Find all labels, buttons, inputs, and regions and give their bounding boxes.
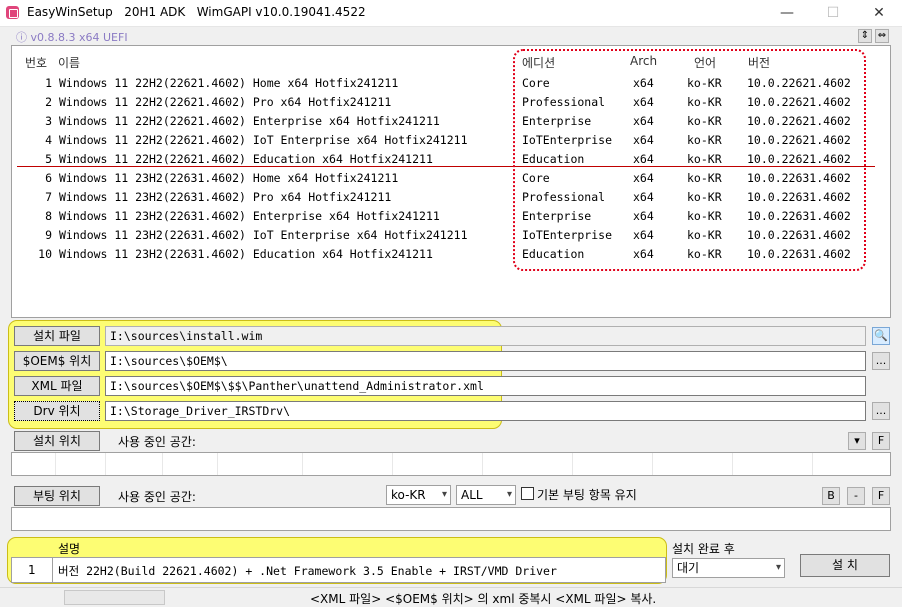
close-button[interactable]: ✕ bbox=[856, 0, 902, 27]
notes-header: 설명 bbox=[58, 542, 81, 556]
row-name: Windows 11 22H2(22621.4602) IoT Enterpri… bbox=[59, 133, 468, 147]
drv-location-field[interactable]: I:\Storage_Driver_IRSTDrv\ bbox=[105, 401, 866, 421]
title-bar: EasyWinSetup 20H1 ADK WimGAPI v10.0.1904… bbox=[0, 0, 902, 27]
row-name: Windows 11 22H2(22621.4602) Pro x64 Hotf… bbox=[59, 95, 392, 109]
row-num: 7 bbox=[45, 190, 52, 204]
after-install-select[interactable]: 대기 ▾ bbox=[672, 558, 785, 578]
keep-boot-checkbox[interactable] bbox=[521, 487, 534, 500]
keep-boot-label: 기본 부팅 항목 유지 bbox=[537, 488, 637, 502]
boot-b-button[interactable]: B bbox=[822, 487, 840, 505]
oem-location-button[interactable]: $OEM$ 위치 bbox=[14, 351, 100, 371]
boot-partition-grid[interactable] bbox=[11, 507, 891, 531]
notes-row[interactable]: 1 버전 22H2(Build 22621.4602) + .Net Frame… bbox=[11, 557, 666, 583]
header-name[interactable]: 이름 bbox=[58, 54, 80, 71]
chevron-down-icon: ▾ bbox=[775, 562, 781, 573]
xml-file-field[interactable]: I:\sources\$OEM$\$$\Panther\unattend_Adm… bbox=[105, 376, 866, 396]
row-num: 8 bbox=[45, 209, 52, 223]
boot-format-button[interactable]: F bbox=[872, 487, 890, 505]
boot-scope-select[interactable]: ALL ▾ bbox=[456, 485, 516, 505]
install-button[interactable]: 설 치 bbox=[800, 554, 890, 577]
install-partition-grid[interactable] bbox=[11, 452, 891, 476]
row-num: 1 bbox=[45, 76, 52, 90]
status-text: <XML 파일> <$OEM$ 위치> 의 xml 중복시 <XML 파일> 복… bbox=[310, 592, 657, 606]
oem-location-field[interactable]: I:\sources\$OEM$\ bbox=[105, 351, 866, 371]
header-num[interactable]: 번호 bbox=[25, 54, 47, 71]
app-icon bbox=[6, 6, 19, 19]
minimize-button[interactable]: — bbox=[764, 0, 810, 27]
row-name: Windows 11 23H2(22631.4602) Education x6… bbox=[59, 247, 433, 261]
collapse-button[interactable]: ⇕ bbox=[858, 29, 872, 43]
expand-button[interactable]: ⇔ bbox=[875, 29, 889, 43]
row-name: Windows 11 22H2(22621.4602) Enterprise x… bbox=[59, 114, 440, 128]
install-target-button[interactable]: 설치 위치 bbox=[14, 431, 100, 451]
drv-browse-button[interactable]: ... bbox=[872, 402, 890, 420]
highlight-frame bbox=[513, 49, 866, 271]
row-num: 9 bbox=[45, 228, 52, 242]
chevron-down-icon: ▾ bbox=[441, 489, 447, 500]
install-space-label: 사용 중인 공간: bbox=[118, 435, 196, 449]
boot-lang-select[interactable]: ko-KR ▾ bbox=[386, 485, 451, 505]
version-label: ⓘ v0.8.8.3 x64 UEFI bbox=[16, 31, 128, 44]
boot-scope-value: ALL bbox=[461, 488, 483, 502]
drv-location-button[interactable]: Drv 위치 bbox=[14, 401, 100, 421]
boot-target-button[interactable]: 부팅 위치 bbox=[14, 486, 100, 506]
row-name: Windows 11 23H2(22631.4602) Pro x64 Hotf… bbox=[59, 190, 392, 204]
row-num: 4 bbox=[45, 133, 52, 147]
row-name: Windows 11 22H2(22621.4602) Home x64 Hot… bbox=[59, 76, 399, 90]
chevron-down-icon[interactable]: ▾ bbox=[848, 432, 866, 450]
after-install-value: 대기 bbox=[677, 561, 700, 575]
notes-row-text: 버전 22H2(Build 22621.4602) + .Net Framewo… bbox=[58, 564, 557, 578]
row-num: 2 bbox=[45, 95, 52, 109]
chevron-down-icon: ▾ bbox=[506, 489, 512, 500]
window-title: EasyWinSetup 20H1 ADK WimGAPI v10.0.1904… bbox=[27, 5, 366, 19]
after-install-label: 설치 완료 후 bbox=[672, 542, 735, 556]
boot-space-label: 사용 중인 공간: bbox=[118, 490, 196, 504]
boot-minus-button[interactable]: - bbox=[847, 487, 865, 505]
row-num: 10 bbox=[38, 247, 52, 261]
oem-browse-button[interactable]: ... bbox=[872, 352, 890, 370]
row-num: 5 bbox=[45, 152, 52, 166]
row-name: Windows 11 22H2(22621.4602) Education x6… bbox=[59, 152, 433, 166]
row-name: Windows 11 23H2(22631.4602) Home x64 Hot… bbox=[59, 171, 399, 185]
boot-lang-value: ko-KR bbox=[391, 488, 426, 502]
search-icon[interactable]: 🔍 bbox=[872, 327, 890, 345]
install-file-field[interactable]: I:\sources\install.wim bbox=[105, 326, 866, 346]
row-num: 6 bbox=[45, 171, 52, 185]
xml-file-button[interactable]: XML 파일 bbox=[14, 376, 100, 396]
notes-row-num: 1 bbox=[28, 563, 36, 577]
status-progress bbox=[64, 590, 165, 605]
row-num: 3 bbox=[45, 114, 52, 128]
status-bar: <XML 파일> <$OEM$ 위치> 의 xml 중복시 <XML 파일> 복… bbox=[0, 587, 902, 607]
install-format-button[interactable]: F bbox=[872, 432, 890, 450]
row-name: Windows 11 23H2(22631.4602) IoT Enterpri… bbox=[59, 228, 468, 242]
install-file-button[interactable]: 설치 파일 bbox=[14, 326, 100, 346]
maximize-button[interactable]: ☐ bbox=[810, 0, 856, 27]
row-name: Windows 11 23H2(22631.4602) Enterprise x… bbox=[59, 209, 440, 223]
